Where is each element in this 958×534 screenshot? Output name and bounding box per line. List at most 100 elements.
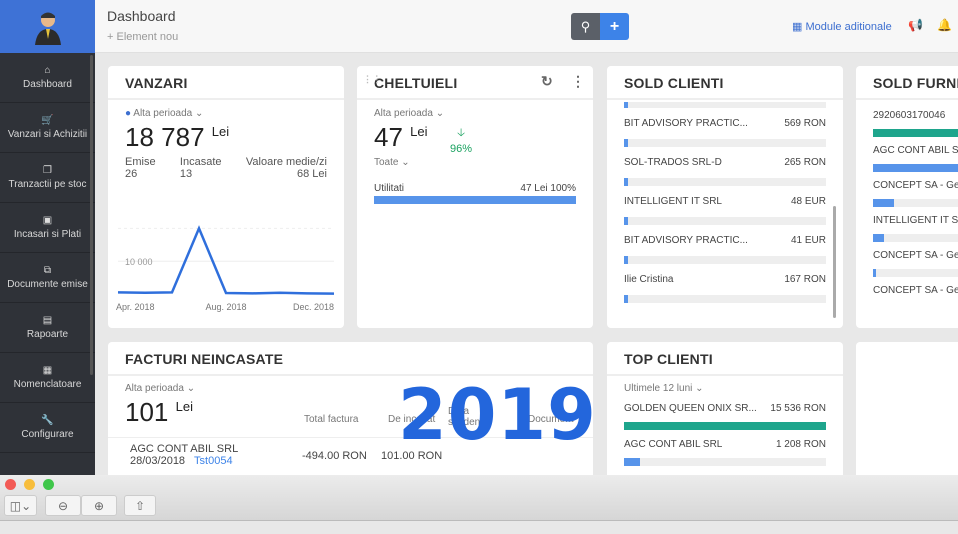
sidebar-item[interactable]: ⧉ Documente emise	[0, 253, 95, 303]
total-value: 47 Lei	[374, 122, 428, 152]
arrow-down-icon: 🡣	[457, 127, 465, 139]
sidebar-item[interactable]: ⌂ Dashboard	[0, 53, 95, 103]
copy-icon: ❐	[43, 165, 52, 176]
zoom-out-icon: ⊖	[57, 498, 69, 513]
sidebar-item[interactable]: 🔧 Configurare	[0, 403, 95, 453]
document-link[interactable]: Tst0054	[194, 455, 233, 467]
sidebar-scrollbar[interactable]	[90, 55, 93, 375]
add-button[interactable]: +	[600, 13, 629, 40]
sidebar-icon: ◫⌄	[9, 498, 32, 513]
period-select[interactable]: Alta perioada ⌄	[374, 108, 576, 119]
bell-icon[interactable]: 🔔	[937, 18, 952, 32]
list-item[interactable]: Ilie Cristina 167 RON	[624, 274, 826, 303]
documents-icon: ⧉	[43, 265, 52, 276]
sold-furnizori-card: SOLD FURNIZ 2920603170046 AGC CONT ABIL S…	[856, 66, 958, 328]
sidebar-item-label: Dashboard	[23, 79, 72, 90]
column-header[interactable]: Total factura	[304, 414, 358, 425]
sold-clienti-card: SOLD CLIENTI BIT ADVISORY PRACTIC... 569 …	[607, 66, 843, 328]
refresh-icon[interactable]: ↻	[541, 73, 553, 90]
period-select[interactable]: Ultimele 12 luni ⌄	[624, 383, 826, 394]
maximize-window-button[interactable]	[43, 479, 54, 490]
list-item[interactable]: CONCEPT SA - Gest	[873, 250, 958, 277]
list-item[interactable]: GOLDEN QUEEN ONIX SR... 15 536 RON	[624, 403, 826, 430]
avatar[interactable]	[0, 0, 95, 53]
balance-bar	[873, 199, 958, 207]
new-element-link[interactable]: + Element nou	[107, 31, 178, 43]
share-button[interactable]: ⇧	[124, 495, 156, 516]
plus-icon: +	[609, 17, 620, 35]
sidebar: ⌂ Dashboard 🛒 Vanzari si Achizitii ❐ Tranzact…	[0, 0, 95, 475]
search-icon: ⚲	[580, 18, 591, 34]
filter-select[interactable]: Toate ⌄	[374, 157, 576, 168]
list-item[interactable]: AGC CONT ABIL SRL	[873, 145, 958, 172]
period-select[interactable]: ● Alta perioada ⌄	[125, 108, 327, 119]
sidebar-item-label: Rapoarte	[26, 329, 69, 340]
sidebar-item[interactable]: ❐ Tranzactii pe stoc	[0, 153, 95, 203]
sidebar-item[interactable]: ▣ Incasari si Plati	[0, 203, 95, 253]
sidebar-item-label: Configurare	[21, 429, 74, 440]
minimize-window-button[interactable]	[24, 479, 35, 490]
list-item[interactable]: AGC CONT ABIL SRL 1 208 RON	[624, 439, 826, 466]
megaphone-icon[interactable]: 📢	[908, 18, 923, 32]
card-title: SOLD CLIENTI	[607, 66, 843, 100]
sidebar-item[interactable]: ▤ Rapoarte	[0, 303, 95, 353]
list-item[interactable]: BIT ADVISORY PRACTIC... 41 EUR	[624, 235, 826, 264]
incasate-stat: Incasate 13	[179, 156, 222, 180]
card-title: ⋮⋮ CHELTUIELI ↻ ⋮	[357, 66, 593, 100]
zoom-in-button[interactable]: ⊕	[81, 495, 117, 516]
y-tick-label: 10 000	[125, 257, 153, 267]
sidebar-toggle-button[interactable]: ◫⌄	[4, 495, 37, 516]
zoom-out-button[interactable]: ⊖	[45, 495, 81, 516]
more-options-icon[interactable]: ⋮	[571, 73, 585, 90]
top-clienti-card: TOP CLIENTI Ultimele 12 luni ⌄ GOLDEN QU…	[607, 342, 843, 482]
revenue-bar	[624, 422, 826, 430]
balance-bar	[873, 129, 958, 137]
modules-label: Module aditionale	[805, 21, 892, 33]
sidebar-item[interactable]: 🛒 Vanzari si Achizitii	[0, 103, 95, 153]
list-item[interactable]: 2920603170046	[873, 110, 958, 137]
revenue-bar	[624, 458, 826, 466]
home-icon: ⌂	[44, 65, 51, 76]
wrench-icon: 🔧	[41, 415, 54, 426]
category-row: Utilitati 47 Lei 100%	[374, 183, 576, 194]
user-avatar-icon	[34, 12, 61, 45]
balance-bar	[624, 139, 826, 147]
grid-icon: ▦	[792, 21, 806, 33]
vanzari-card: VANZARI ● Alta perioada ⌄ 18 787 Lei Emi…	[108, 66, 344, 328]
x-tick-label: Apr. 2018	[116, 302, 155, 312]
sidebar-item[interactable]: ▦ Nomenclatoare	[0, 353, 95, 403]
balance-bar	[624, 217, 826, 225]
sidebar-item-label: Incasari si Plati	[13, 229, 82, 240]
year-overlay: 2019	[398, 374, 597, 456]
balance-bar	[624, 295, 826, 303]
money-icon: ▣	[42, 215, 53, 226]
emise-stat: Emise 26	[125, 156, 156, 180]
search-button[interactable]: ⚲	[571, 13, 600, 40]
balance-bar	[873, 234, 958, 242]
list-item[interactable]: INTELLIGENT IT SRL	[873, 215, 958, 242]
list-item[interactable]: CONCEPT SA - Gest	[873, 285, 958, 296]
drag-handle-icon[interactable]: ⋮⋮	[363, 74, 381, 85]
close-window-button[interactable]	[5, 479, 16, 490]
scrollbar[interactable]	[833, 206, 836, 318]
list-item[interactable]: SOL-TRADOS SRL-D 265 RON	[624, 157, 826, 186]
sales-line-chart: 10 000 Apr. 2018 Aug. 2018 Dec. 2018	[116, 225, 335, 312]
balance-bar	[624, 256, 826, 264]
change-indicator: 🡣 96%	[450, 124, 472, 155]
viewer-toolbar: ◫⌄ ⊖ ⊕ ⇧	[0, 475, 958, 521]
x-tick-label: Aug. 2018	[205, 302, 246, 312]
card-title: SOLD FURNIZ	[856, 66, 958, 100]
header: Dashboard + Element nou ⚲ + ▦ Module adi…	[95, 0, 958, 53]
balance-bar	[873, 164, 958, 172]
list-item[interactable]: CONCEPT SA - Gest	[873, 180, 958, 207]
card-title: TOP CLIENTI	[607, 342, 843, 376]
list-item[interactable]: BIT ADVISORY PRACTIC... 569 RON	[624, 118, 826, 147]
sidebar-item-label: Nomenclatoare	[13, 379, 82, 390]
category-bar	[374, 196, 576, 204]
calendar-icon: ▦	[42, 365, 53, 376]
modules-link[interactable]: ▦ Module aditionale	[792, 20, 892, 33]
balance-bar	[624, 178, 826, 186]
total-value: 18 787 Lei	[125, 122, 230, 152]
list-item[interactable]: INTELLIGENT IT SRL 48 EUR	[624, 196, 826, 225]
zoom-in-icon: ⊕	[93, 498, 105, 513]
